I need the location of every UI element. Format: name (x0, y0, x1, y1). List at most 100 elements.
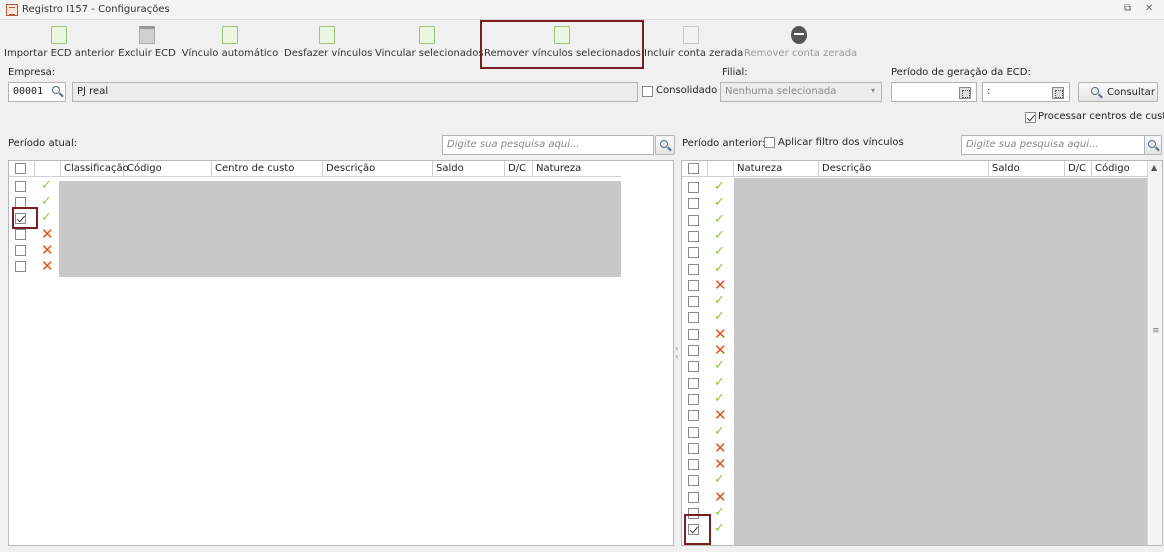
linked-check-icon: ✓ (714, 244, 725, 260)
auto-link-label: Vínculo automático (181, 48, 279, 59)
left-search-input[interactable]: Digite sua pesquisa aqui... (442, 135, 654, 155)
col-descricao[interactable]: Descrição (323, 161, 433, 177)
row-checkbox[interactable] (688, 459, 699, 471)
search-icon (1148, 140, 1156, 148)
consolidado-checkbox[interactable] (642, 86, 653, 97)
remove-zero-account-button[interactable]: Remover conta zerada (744, 22, 857, 64)
row-checkbox[interactable] (688, 361, 699, 373)
filial-label: Filial: (722, 67, 748, 78)
chevron-down-icon: ▾ (870, 86, 875, 95)
row-checkbox[interactable] (688, 230, 699, 242)
left-search-button[interactable] (655, 135, 675, 155)
row-checkbox[interactable] (688, 491, 699, 503)
filial-select[interactable]: Nenhuma selecionada ▾ (720, 82, 882, 102)
undo-links-button[interactable]: Desfazer vínculos (284, 22, 372, 64)
row-checkbox[interactable] (688, 442, 699, 454)
link-selected-button[interactable]: Vincular selecionados (375, 22, 484, 64)
linked-check-icon: ✓ (714, 293, 725, 309)
col-saldo[interactable]: Saldo (433, 161, 505, 177)
row-checkbox[interactable] (688, 182, 699, 193)
left-table-header: Classificação Código Centro de custo Des… (9, 161, 621, 177)
import-ecd-button[interactable]: Importar ECD anterior (4, 22, 114, 64)
filter-links-checkbox[interactable] (764, 137, 775, 148)
unlinked-x-icon: ✕ (714, 275, 727, 294)
col-codigo[interactable]: Código (1092, 161, 1148, 177)
right-table[interactable]: Natureza Descrição Saldo D/C Código ✓ ✓ ✓ ✓… (681, 160, 1163, 546)
remove-links-highlight (480, 20, 644, 69)
row-checkbox[interactable] (688, 247, 699, 259)
restore-icon[interactable]: ⧉ (1124, 3, 1131, 14)
auto-link-button[interactable]: Vínculo automático (181, 22, 279, 64)
periodo-label: Período de geração da ECD: (891, 67, 1031, 78)
filter-links-label: Aplicar filtro dos vínculos (778, 137, 904, 148)
row-checkbox[interactable] (688, 214, 699, 226)
row-checkbox[interactable] (15, 229, 26, 240)
search-icon[interactable] (52, 86, 60, 94)
col-classificacao[interactable]: Classificação (61, 161, 129, 177)
linked-check-icon: ✓ (714, 260, 725, 276)
search-icon (660, 140, 668, 148)
select-all-checkbox[interactable] (688, 163, 699, 174)
linked-check-icon: ✓ (714, 472, 725, 488)
empresa-name-field: PJ real (72, 82, 638, 102)
row-checkbox[interactable] (688, 410, 699, 422)
linked-check-icon: ✓ (714, 211, 725, 227)
linked-check-icon: ✓ (714, 423, 725, 439)
col-codigo[interactable]: Código (124, 161, 212, 177)
scroll-grip-icon[interactable]: ≡ (1152, 326, 1160, 336)
col-saldo[interactable]: Saldo (989, 161, 1065, 177)
unlinked-x-icon: ✕ (714, 341, 727, 359)
col-dc[interactable]: D/C (1065, 161, 1092, 177)
col-natureza[interactable]: Natureza (734, 161, 819, 177)
row-checkbox[interactable] (688, 198, 699, 210)
unlinked-x-icon: ✕ (714, 455, 727, 474)
right-table-header: Natureza Descrição Saldo D/C Código (682, 161, 1148, 177)
ledger-icon (6, 4, 18, 16)
row-checkbox[interactable] (15, 245, 26, 256)
include-zero-account-button[interactable]: Incluir conta zerada (644, 22, 743, 64)
consultar-button[interactable]: Consultar (1078, 82, 1158, 102)
unlinked-x-icon: ✕ (714, 406, 727, 425)
col-descricao[interactable]: Descrição (819, 161, 989, 177)
linked-check-icon: ✓ (714, 374, 725, 390)
col-centro-custo[interactable]: Centro de custo (212, 161, 323, 177)
row-checkbox[interactable] (15, 181, 26, 192)
row-checkbox[interactable] (15, 261, 26, 272)
import-label: Importar ECD anterior (4, 48, 115, 59)
row-checkbox[interactable] (688, 345, 699, 356)
close-icon[interactable]: ✕ (1145, 3, 1153, 14)
calendar-icon[interactable] (959, 87, 971, 99)
linked-check-icon: ✓ (41, 210, 52, 225)
calendar-icon[interactable] (1052, 87, 1064, 99)
consultar-label: Consultar (1107, 87, 1155, 98)
linked-check-icon: ✓ (714, 505, 725, 520)
splitter-handle-icon[interactable]: › ‹ (675, 345, 678, 361)
delete-ecd-button[interactable]: Excluir ECD (116, 22, 178, 64)
link-selected-icon (419, 26, 435, 44)
row-checkbox[interactable] (688, 393, 699, 405)
select-all-checkbox[interactable] (15, 163, 26, 174)
vertical-scrollbar[interactable]: ▲ ≡ (1147, 161, 1162, 545)
row-checkbox[interactable] (688, 263, 699, 275)
col-dc[interactable]: D/C (505, 161, 533, 177)
title-bar: Registro I157 - Configurações ⧉ ✕ (0, 0, 1164, 20)
row-checkbox[interactable] (688, 426, 699, 438)
unlinked-x-icon: ✕ (714, 487, 727, 506)
scroll-up-icon[interactable]: ▲ (1151, 163, 1157, 172)
processar-checkbox[interactable] (1025, 112, 1036, 123)
left-table[interactable]: Classificação Código Centro de custo Des… (8, 160, 674, 546)
row-checkbox[interactable] (688, 328, 699, 340)
import-doc-icon (51, 26, 67, 44)
right-data-area (734, 178, 1148, 545)
row-checkbox[interactable] (688, 279, 699, 291)
undo-links-icon (319, 26, 335, 44)
col-natureza[interactable]: Natureza (533, 161, 621, 177)
right-search-button[interactable] (1144, 135, 1162, 155)
row-checkbox[interactable] (688, 312, 699, 324)
row-checkbox[interactable] (688, 475, 699, 487)
linked-check-icon: ✓ (41, 178, 52, 193)
right-search-input[interactable]: Digite sua pesquisa aqui... (961, 135, 1145, 155)
row-checkbox[interactable] (688, 296, 699, 308)
row-checkbox[interactable] (688, 377, 699, 389)
include-zero-icon (683, 26, 699, 44)
